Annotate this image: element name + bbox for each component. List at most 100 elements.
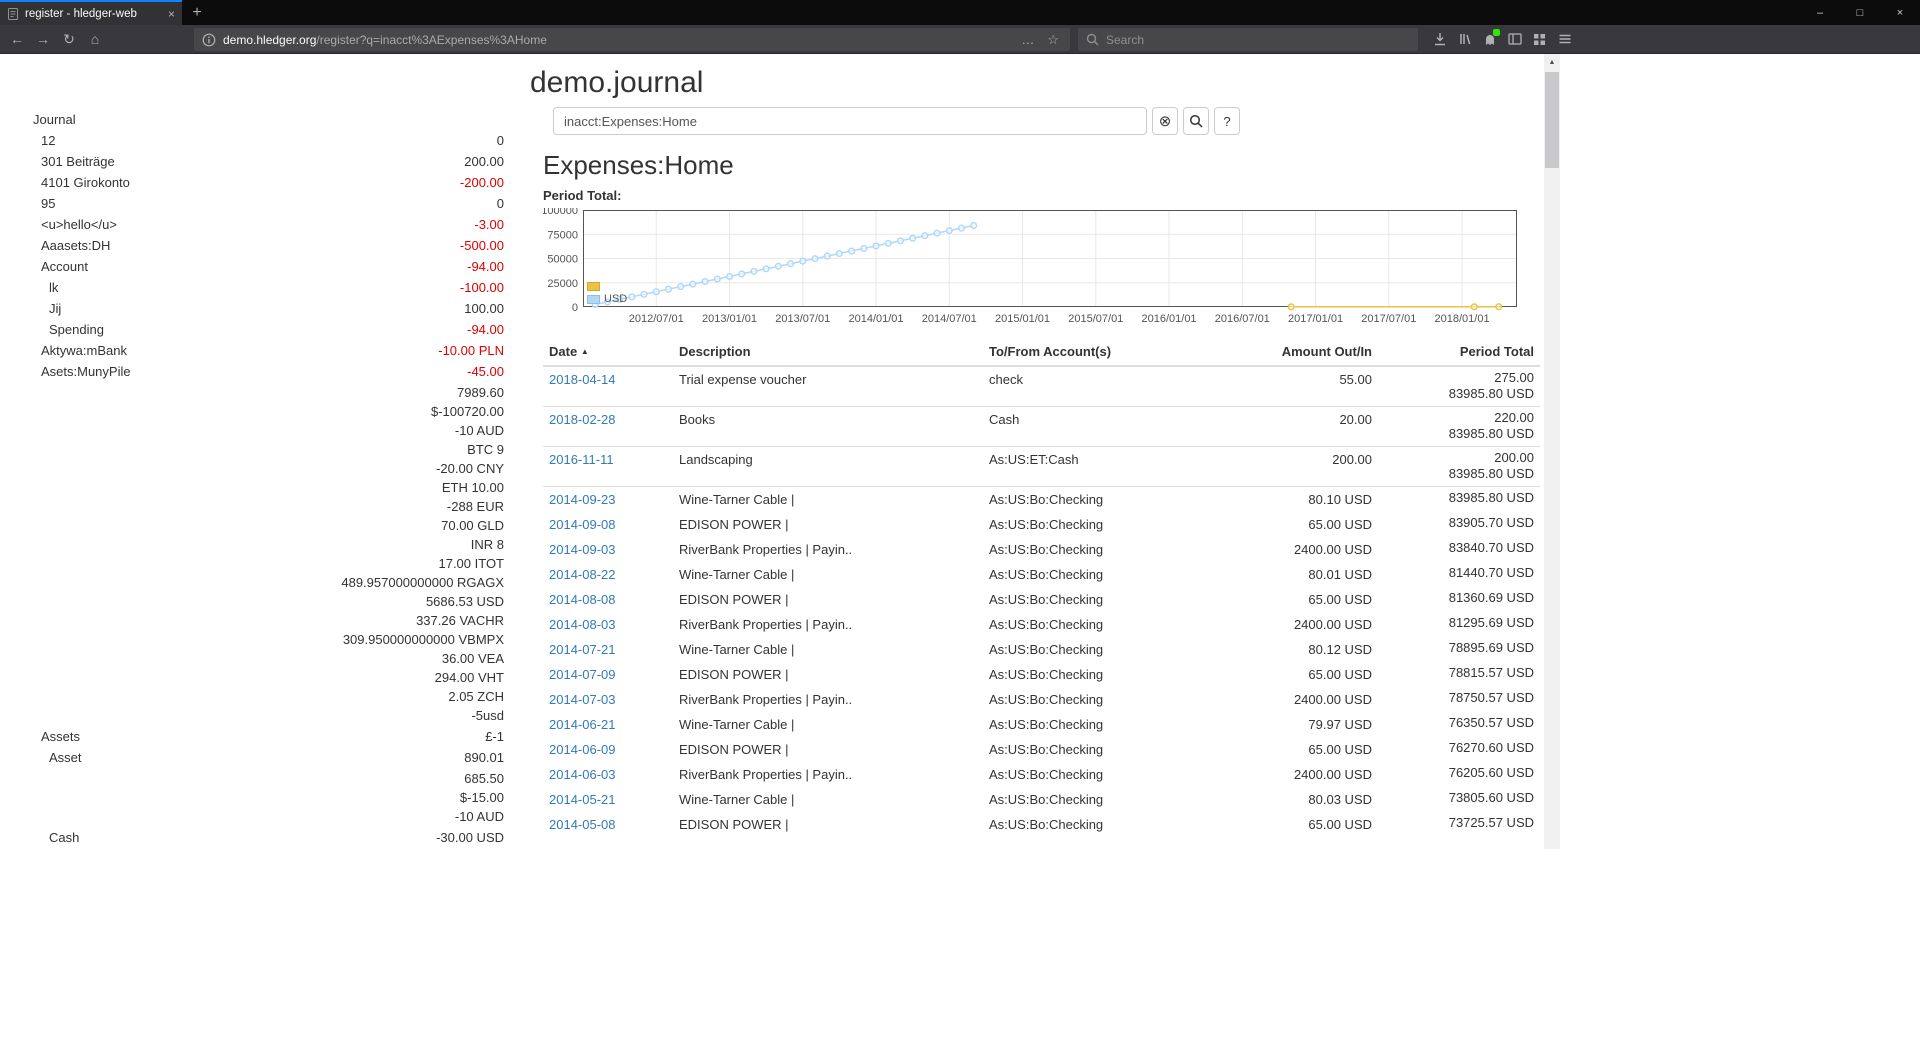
back-button[interactable]: ← bbox=[4, 27, 30, 51]
reload-button[interactable]: ↻ bbox=[56, 27, 82, 51]
balance-amount: -30.00 USD bbox=[436, 828, 504, 847]
transaction-date-link[interactable]: 2014-07-09 bbox=[549, 667, 616, 682]
sidebar-account-link[interactable]: Account bbox=[28, 257, 88, 276]
svg-text:2017/07/01: 2017/07/01 bbox=[1361, 313, 1416, 325]
scrollbar-thumb[interactable] bbox=[1545, 72, 1559, 168]
sidebar-account-row: Aktywa:mBank-10.00 PLN bbox=[28, 341, 504, 360]
sidebar-account-link[interactable]: Spending bbox=[28, 320, 104, 339]
sidebar-account-link[interactable]: Jij bbox=[28, 299, 61, 318]
sidebar-account-row: Aaasets:DH-500.00 bbox=[28, 236, 504, 255]
page-actions-icon[interactable]: … bbox=[1018, 32, 1037, 47]
register-row: 2014-05-21Wine-Tarner Cable |As:US:Bo:Ch… bbox=[543, 787, 1540, 812]
register-description-cell: EDISON POWER | bbox=[673, 512, 983, 537]
window-maximize-button[interactable]: □ bbox=[1840, 0, 1880, 25]
tab-close-icon[interactable]: × bbox=[168, 7, 175, 21]
balance-amount: 337.26 VACHR bbox=[341, 611, 504, 630]
window-minimize-button[interactable]: – bbox=[1800, 0, 1840, 25]
menu-button[interactable] bbox=[1552, 27, 1577, 51]
transaction-date-link[interactable]: 2014-06-03 bbox=[549, 767, 616, 782]
sidebar-account-link[interactable]: lk bbox=[28, 278, 58, 297]
transaction-date-link[interactable]: 2016-11-11 bbox=[549, 452, 614, 467]
column-header-account[interactable]: To/From Account(s) bbox=[983, 340, 1228, 366]
sidebar-account-link[interactable]: Aktywa:mBank bbox=[28, 341, 127, 360]
register-account-cell: check bbox=[983, 366, 1228, 407]
extension-button[interactable] bbox=[1477, 27, 1502, 51]
sidebar-account-row: <u>hello</u>-3.00 bbox=[28, 215, 504, 234]
apps-button[interactable] bbox=[1527, 27, 1552, 51]
transaction-date-link[interactable]: 2014-05-08 bbox=[549, 817, 616, 832]
sidebar-account-row: Cash -30.00 USD bbox=[28, 828, 504, 847]
downloads-button[interactable] bbox=[1427, 27, 1452, 51]
transaction-date-link[interactable]: 2014-07-03 bbox=[549, 692, 616, 707]
transaction-date-link[interactable]: 2014-09-23 bbox=[549, 492, 616, 507]
period-total-chart: 2012/07/012013/01/012013/07/012014/01/01… bbox=[543, 208, 1517, 330]
column-header-amount[interactable]: Amount Out/In bbox=[1228, 340, 1378, 366]
register-amount-cell: 65.00 USD bbox=[1228, 812, 1378, 837]
balance-amount: 0 bbox=[497, 194, 504, 213]
register-row: 2014-09-08EDISON POWER |As:US:Bo:Checkin… bbox=[543, 512, 1540, 537]
scrollbar-up-icon[interactable]: ▲ bbox=[1544, 54, 1560, 70]
search-button[interactable] bbox=[1183, 107, 1209, 135]
home-button[interactable]: ⌂ bbox=[82, 27, 108, 51]
balance-amount: $-100720.00 bbox=[341, 402, 504, 421]
sidebar-account-link[interactable]: <u>hello</u> bbox=[28, 215, 117, 234]
sidebar-account-link[interactable]: 301 Beiträge bbox=[28, 152, 115, 171]
register-row: 2014-09-23Wine-Tarner Cable |As:US:Bo:Ch… bbox=[543, 487, 1540, 513]
sidebar-account-link[interactable]: 95 bbox=[28, 194, 55, 213]
sidebar-account-link[interactable]: Assets bbox=[28, 727, 80, 746]
info-icon[interactable] bbox=[202, 33, 216, 47]
transaction-date-link[interactable]: 2014-07-21 bbox=[549, 642, 616, 657]
bookmark-star-icon[interactable]: ☆ bbox=[1044, 32, 1062, 48]
column-header-date[interactable]: Date ▲ bbox=[543, 340, 673, 366]
sidebar-account-link[interactable]: Asets:MunyPile bbox=[28, 362, 131, 381]
register-row: 2014-08-08EDISON POWER |As:US:Bo:Checkin… bbox=[543, 587, 1540, 612]
sidebar-icon bbox=[1508, 32, 1522, 46]
transaction-date-link[interactable]: 2014-08-03 bbox=[549, 617, 616, 632]
register-amount-cell: 80.12 USD bbox=[1228, 637, 1378, 662]
transaction-date-link[interactable]: 2018-04-14 bbox=[549, 372, 616, 387]
register-account-cell: As:US:Bo:Checking bbox=[983, 562, 1228, 587]
sidebar-account-row: Account-94.00 bbox=[28, 257, 504, 276]
column-header-description[interactable]: Description bbox=[673, 340, 983, 366]
transaction-date-link[interactable]: 2018-02-28 bbox=[549, 412, 616, 427]
balance-amount: -10 AUD bbox=[341, 421, 504, 440]
url-domain: demo.hledger.org bbox=[223, 33, 316, 47]
sidebar-account-link[interactable]: Asset bbox=[28, 748, 82, 767]
account-heading: Expenses:Home bbox=[543, 150, 734, 181]
legend-entry: USD bbox=[587, 293, 627, 305]
sidebar-toggle-button[interactable] bbox=[1502, 27, 1527, 51]
transaction-date-link[interactable]: 2014-09-08 bbox=[549, 517, 616, 532]
transaction-date-link[interactable]: 2014-09-03 bbox=[549, 542, 616, 557]
register-total-cell: 220.0083985.80 USD bbox=[1378, 407, 1540, 447]
register-row: 2014-09-03RiverBank Properties | Payin..… bbox=[543, 537, 1540, 562]
library-button[interactable] bbox=[1452, 27, 1477, 51]
url-bar[interactable]: demo.hledger.org/register?q=inacct%3AExp… bbox=[194, 28, 1070, 51]
transaction-date-link[interactable]: 2014-06-21 bbox=[549, 717, 616, 732]
transaction-date-link[interactable]: 2014-08-08 bbox=[549, 592, 616, 607]
page-scrollbar[interactable]: ▲ bbox=[1544, 54, 1560, 849]
register-total-cell: 78895.69 USD bbox=[1378, 637, 1540, 662]
register-date-cell: 2014-06-03 bbox=[543, 762, 673, 787]
transaction-date-link[interactable]: 2014-05-21 bbox=[549, 792, 616, 807]
register-description-cell: Wine-Tarner Cable | bbox=[673, 787, 983, 812]
sidebar-journal-link[interactable]: Journal bbox=[28, 110, 504, 129]
column-header-total[interactable]: Period Total bbox=[1378, 340, 1540, 366]
window-close-button[interactable]: × bbox=[1880, 0, 1920, 25]
clear-query-button[interactable]: ⊗ bbox=[1152, 107, 1178, 135]
sidebar-account-link[interactable]: 12 bbox=[28, 131, 55, 150]
new-tab-button[interactable]: + bbox=[182, 0, 212, 25]
svg-text:2012/07/01: 2012/07/01 bbox=[629, 313, 684, 325]
sidebar-account-link[interactable]: Cash bbox=[28, 828, 79, 847]
register-description-cell: Landscaping bbox=[673, 447, 983, 487]
balance-amount: -200.00 bbox=[460, 173, 504, 192]
sidebar-account-link[interactable]: Aaasets:DH bbox=[28, 236, 110, 255]
transaction-date-link[interactable]: 2014-08-22 bbox=[549, 567, 616, 582]
browser-tab[interactable]: register - hledger-web × bbox=[0, 0, 182, 25]
query-input[interactable] bbox=[553, 107, 1147, 135]
transaction-date-link[interactable]: 2014-06-09 bbox=[549, 742, 616, 757]
browser-search-bar[interactable]: Search bbox=[1078, 28, 1418, 51]
sidebar-account-balance: 0 bbox=[497, 131, 504, 150]
help-button[interactable]: ? bbox=[1214, 107, 1240, 135]
sidebar-account-link[interactable]: 4101 Girokonto bbox=[28, 173, 130, 192]
forward-button[interactable]: → bbox=[30, 27, 56, 51]
